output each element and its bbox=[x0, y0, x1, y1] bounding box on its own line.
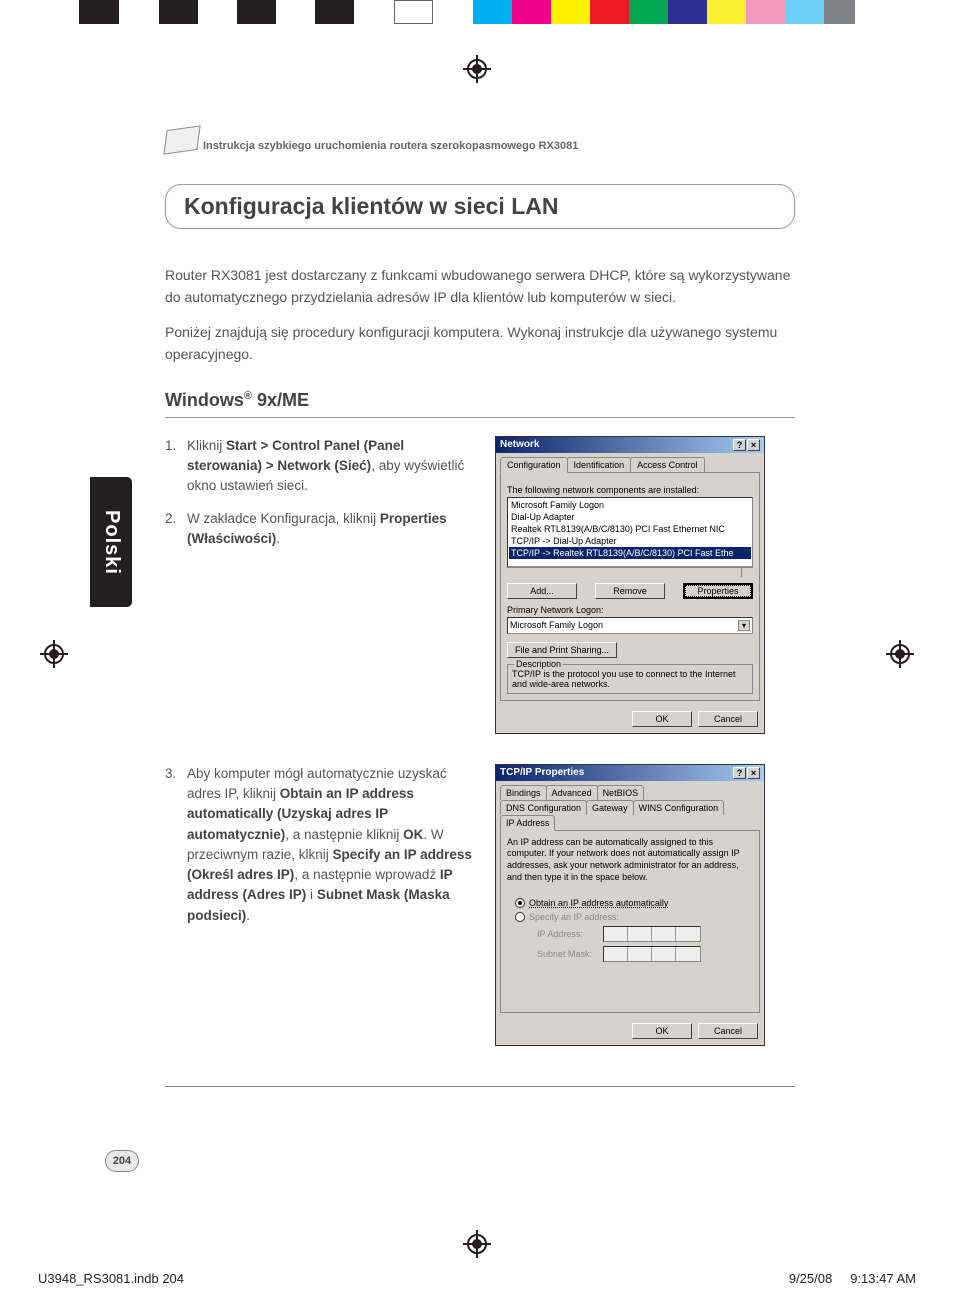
page-content: Instrukcja szybkiego uruchomienia router… bbox=[165, 140, 795, 1087]
registration-mark-icon bbox=[463, 55, 491, 83]
list-item-selected[interactable]: TCP/IP -> Realtek RTL8139(A/B/C/8130) PC… bbox=[509, 547, 751, 559]
step-row: 3. Aby komputer mógł automatycznie uzysk… bbox=[165, 764, 795, 1046]
printer-color-strip bbox=[0, 0, 954, 24]
steps-column: 1. Kliknij Start > Control Panel (Panel … bbox=[165, 436, 475, 734]
tab-dns[interactable]: DNS Configuration bbox=[500, 800, 587, 815]
tab-configuration[interactable]: Configuration bbox=[500, 457, 568, 473]
section-title: Konfiguracja klientów w sieci LAN bbox=[184, 193, 776, 220]
page-number-badge: 204 bbox=[105, 1150, 139, 1172]
list-item[interactable]: Realtek RTL8139(A/B/C/8130) PCI Fast Eth… bbox=[509, 523, 751, 535]
tab-netbios[interactable]: NetBIOS bbox=[597, 785, 645, 800]
tab-identification[interactable]: Identification bbox=[567, 457, 632, 472]
footer-rule bbox=[165, 1086, 795, 1087]
subnet-mask-field: Subnet Mask: bbox=[537, 946, 753, 962]
component-listbox[interactable]: Microsoft Family Logon Dial-Up Adapter R… bbox=[507, 497, 753, 567]
subnet-input[interactable] bbox=[603, 946, 701, 962]
running-head: Instrukcja szybkiego uruchomienia router… bbox=[165, 140, 795, 152]
paragraph: Poniżej znajdują się procedury konfigura… bbox=[165, 322, 795, 365]
paragraph: Router RX3081 jest dostarczany z funkcam… bbox=[165, 265, 795, 308]
tab-strip: Bindings Advanced NetBIOS bbox=[496, 781, 764, 800]
step-item: 3. Aby komputer mógł automatycznie uzysk… bbox=[165, 764, 475, 926]
ip-address-field: IP Address: bbox=[537, 926, 753, 942]
tab-ip-address[interactable]: IP Address bbox=[500, 815, 555, 831]
subheading: Windows® 9x/ME bbox=[165, 390, 795, 418]
radio-icon[interactable] bbox=[515, 912, 525, 922]
ip-input[interactable] bbox=[603, 926, 701, 942]
tab-access-control[interactable]: Access Control bbox=[630, 457, 705, 472]
list-item[interactable]: TCP/IP -> Dial-Up Adapter bbox=[509, 535, 751, 547]
section-title-box: Konfiguracja klientów w sieci LAN bbox=[165, 184, 795, 229]
dialog-titlebar: Network ? × bbox=[496, 437, 764, 453]
list-label: The following network components are ins… bbox=[507, 485, 753, 495]
file-print-sharing-button[interactable]: File and Print Sharing... bbox=[507, 642, 617, 658]
help-icon[interactable]: ? bbox=[733, 767, 746, 779]
language-label: Polski bbox=[100, 510, 123, 575]
dialog-title: TCP/IP Properties bbox=[500, 767, 584, 778]
tab-strip: Configuration Identification Access Cont… bbox=[496, 453, 764, 472]
chevron-down-icon[interactable]: ▾ bbox=[738, 620, 750, 631]
list-item[interactable]: Dial-Up Adapter bbox=[509, 511, 751, 523]
tab-advanced[interactable]: Advanced bbox=[546, 785, 598, 800]
properties-button[interactable]: Properties bbox=[683, 583, 753, 599]
tab-bindings[interactable]: Bindings bbox=[500, 785, 547, 800]
ok-button[interactable]: OK bbox=[632, 711, 692, 727]
tab-wins[interactable]: WINS Configuration bbox=[633, 800, 725, 815]
doc-footer-datetime: 9/25/08 9:13:47 AM bbox=[789, 1271, 916, 1286]
add-button[interactable]: Add... bbox=[507, 583, 577, 599]
registration-mark-icon bbox=[463, 1230, 491, 1258]
description-text: TCP/IP is the protocol you use to connec… bbox=[512, 669, 748, 689]
network-dialog: Network ? × Configuration Identification… bbox=[495, 436, 765, 734]
primary-logon-label: Primary Network Logon: bbox=[507, 605, 753, 615]
language-tab: Polski bbox=[90, 477, 132, 607]
info-text: An IP address can be automatically assig… bbox=[507, 837, 753, 884]
cancel-button[interactable]: Cancel bbox=[698, 711, 758, 727]
tab-panel: An IP address can be automatically assig… bbox=[500, 830, 760, 1013]
registration-mark-icon bbox=[886, 640, 914, 668]
tab-panel: The following network components are ins… bbox=[500, 472, 760, 701]
description-groupbox: Description TCP/IP is the protocol you u… bbox=[507, 664, 753, 694]
dialog-title: Network bbox=[500, 439, 539, 450]
step-row: 1. Kliknij Start > Control Panel (Panel … bbox=[165, 436, 795, 734]
scrollbar[interactable] bbox=[507, 567, 753, 577]
dialog-titlebar: TCP/IP Properties ? × bbox=[496, 765, 764, 781]
remove-button[interactable]: Remove bbox=[595, 583, 665, 599]
list-item[interactable]: Microsoft Family Logon bbox=[509, 499, 751, 511]
tab-gateway[interactable]: Gateway bbox=[586, 800, 634, 815]
screenshot: TCP/IP Properties ? × Bindings Advanced … bbox=[495, 764, 765, 1046]
radio-obtain-auto[interactable]: Obtain an IP address automatically bbox=[515, 898, 753, 908]
steps-column: 3. Aby komputer mógł automatycznie uzysk… bbox=[165, 764, 475, 1046]
step-item: 2. W zakładce Konfiguracja, kliknij Prop… bbox=[165, 509, 475, 550]
tab-strip-row2: DNS Configuration Gateway WINS Configura… bbox=[496, 800, 764, 830]
screenshot: Network ? × Configuration Identification… bbox=[495, 436, 765, 734]
help-icon[interactable]: ? bbox=[733, 439, 746, 451]
close-icon[interactable]: × bbox=[747, 767, 760, 779]
radio-icon[interactable] bbox=[515, 898, 525, 908]
step-item: 1. Kliknij Start > Control Panel (Panel … bbox=[165, 436, 475, 497]
registration-mark-icon bbox=[40, 640, 68, 668]
cancel-button[interactable]: Cancel bbox=[698, 1023, 758, 1039]
doc-footer-file: U3948_RS3081.indb 204 bbox=[38, 1271, 184, 1286]
close-icon[interactable]: × bbox=[747, 439, 760, 451]
primary-logon-combo[interactable]: Microsoft Family Logon ▾ bbox=[507, 617, 753, 634]
radio-specify[interactable]: Specify an IP address: bbox=[515, 912, 753, 922]
ok-button[interactable]: OK bbox=[632, 1023, 692, 1039]
tcpip-dialog: TCP/IP Properties ? × Bindings Advanced … bbox=[495, 764, 765, 1046]
